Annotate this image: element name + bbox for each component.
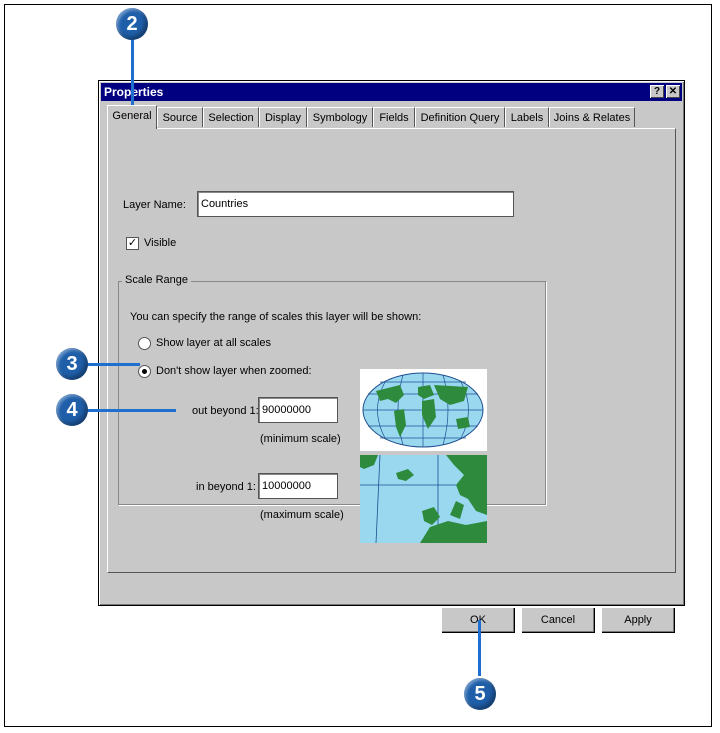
radio-show-all-scales[interactable] bbox=[138, 337, 151, 350]
callout-2-badge: 2 bbox=[116, 8, 148, 40]
tab-general[interactable]: General bbox=[107, 105, 157, 129]
callout-4-badge: 4 bbox=[56, 394, 88, 426]
tab-display[interactable]: Display bbox=[259, 107, 307, 127]
visible-checkbox[interactable]: ✓ bbox=[126, 237, 139, 250]
min-scale-caption: (minimum scale) bbox=[260, 433, 341, 445]
europe-map-image bbox=[360, 455, 487, 543]
callout-5-connector bbox=[478, 620, 481, 676]
tab-definition-query[interactable]: Definition Query bbox=[415, 107, 505, 127]
callout-3-badge: 3 bbox=[56, 348, 88, 380]
out-beyond-label: out beyond 1: bbox=[192, 405, 259, 417]
min-scale-field[interactable]: 90000000 bbox=[258, 397, 338, 423]
check-icon: ✓ bbox=[127, 237, 138, 249]
callout-3-connector bbox=[80, 363, 140, 366]
radio-show-all-label: Show layer at all scales bbox=[156, 337, 271, 349]
callout-4-connector bbox=[80, 409, 176, 412]
title-bar: Properties ? ✕ bbox=[101, 83, 682, 101]
tab-fields[interactable]: Fields bbox=[373, 107, 415, 127]
max-scale-caption: (maximum scale) bbox=[260, 509, 344, 521]
radio-dont-show-label: Don't show layer when zoomed: bbox=[156, 365, 312, 377]
properties-dialog: Properties ? ✕ General Source Selection … bbox=[98, 80, 685, 633]
apply-button[interactable]: Apply bbox=[601, 607, 675, 633]
world-map-image bbox=[360, 369, 487, 451]
radio-selected-dot bbox=[142, 369, 147, 374]
help-button[interactable]: ? bbox=[650, 85, 664, 98]
general-panel: Layer Name: Countries ✓ Visible Scale Ra… bbox=[107, 128, 676, 573]
in-beyond-label: in beyond 1: bbox=[196, 481, 256, 493]
tab-symbology[interactable]: Symbology bbox=[307, 107, 373, 127]
scale-description: You can specify the range of scales this… bbox=[130, 311, 422, 323]
radio-dont-show-zoomed[interactable] bbox=[138, 365, 151, 378]
visible-label: Visible bbox=[144, 237, 177, 249]
layer-name-field[interactable]: Countries bbox=[197, 191, 514, 217]
close-button[interactable]: ✕ bbox=[666, 85, 680, 98]
tab-joins-relates[interactable]: Joins & Relates bbox=[549, 107, 635, 127]
max-scale-field[interactable]: 10000000 bbox=[258, 473, 338, 499]
cancel-button[interactable]: Cancel bbox=[521, 607, 595, 633]
tab-selection[interactable]: Selection bbox=[203, 107, 259, 127]
tab-labels[interactable]: Labels bbox=[505, 107, 549, 127]
tab-source[interactable]: Source bbox=[157, 107, 203, 127]
layer-name-label: Layer Name: bbox=[123, 199, 186, 211]
scale-range-title: Scale Range bbox=[122, 274, 191, 286]
callout-5-badge: 5 bbox=[464, 678, 496, 710]
